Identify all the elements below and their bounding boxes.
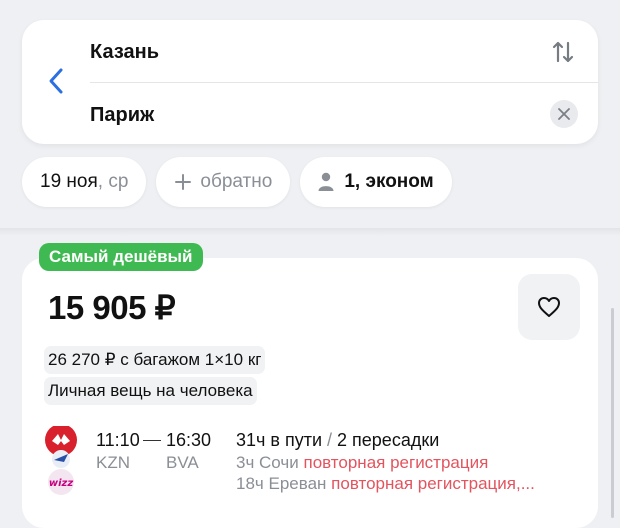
summary-slash: / — [322, 430, 338, 450]
stop-warning: повторная регистрация,... — [331, 474, 535, 493]
return-chip[interactable]: обратно — [156, 157, 291, 207]
airline-logos: wizz — [44, 424, 78, 496]
origin-field[interactable]: Казань — [90, 41, 159, 64]
date-chip[interactable]: 19 ноя, ср — [22, 157, 147, 207]
filter-chips: 19 ноя, ср обратно 1, эконом — [22, 157, 452, 207]
departure-code: KZN — [96, 453, 130, 472]
person-icon — [318, 172, 334, 191]
stop-warning: повторная регистрация — [303, 453, 489, 472]
destination-field[interactable]: Париж — [90, 104, 154, 127]
field-divider — [90, 82, 598, 83]
plus-icon — [175, 174, 192, 190]
search-header: Казань Париж 19 ноя, ср обратно 1, эконо… — [0, 0, 620, 230]
return-label: обратно — [200, 171, 273, 192]
airline-logo-blue-icon — [52, 450, 70, 468]
passengers-chip[interactable]: 1, эконом — [300, 157, 452, 207]
ticket-price: 15 905 ₽ — [48, 289, 176, 326]
time-dash — [143, 440, 161, 441]
departure-time: 11:10 — [96, 430, 140, 450]
close-icon — [558, 108, 570, 120]
stop-row: 18ч Ереван повторная регистрация,... — [236, 474, 535, 494]
trip-summary: 31ч в пути / 2 пересадки — [236, 430, 439, 451]
stop-row: 3ч Сочи повторная регистрация — [236, 453, 488, 473]
header-shadow — [0, 228, 620, 236]
date-weekday: , ср — [97, 171, 129, 192]
route-card: Казань Париж — [22, 20, 598, 144]
scrollbar[interactable] — [611, 308, 614, 518]
transfer-count: 2 пересадки — [337, 430, 440, 450]
swap-vertical-icon — [552, 41, 574, 63]
stop-wait: 18ч Ереван — [236, 474, 327, 493]
date-main: 19 ноя — [40, 171, 98, 192]
back-button[interactable] — [44, 66, 70, 96]
arrival-time: 16:30 — [166, 430, 212, 450]
cheapest-badge: Самый дешёвый — [39, 243, 203, 271]
svg-text:wizz: wizz — [49, 478, 73, 489]
clear-destination-button[interactable] — [550, 100, 578, 128]
baggage-tag: 26 270 ₽ с багажом 1×10 кг — [44, 346, 266, 374]
heart-icon — [538, 297, 560, 317]
chevron-left-icon — [49, 68, 63, 94]
personal-item-tag: Личная вещь на человека — [44, 377, 257, 405]
wizzair-logo-icon: wizz — [48, 469, 74, 495]
passengers-label: 1, эконом — [344, 171, 434, 192]
ticket-card[interactable]: 15 905 ₽ 26 270 ₽ с багажом 1×10 кг Личн… — [22, 258, 598, 528]
favorite-button[interactable] — [518, 274, 580, 340]
arrival-code: BVA — [166, 453, 199, 472]
trip-duration: 31ч в пути — [236, 430, 323, 450]
stop-wait: 3ч Сочи — [236, 453, 299, 472]
swap-button[interactable] — [552, 40, 574, 64]
